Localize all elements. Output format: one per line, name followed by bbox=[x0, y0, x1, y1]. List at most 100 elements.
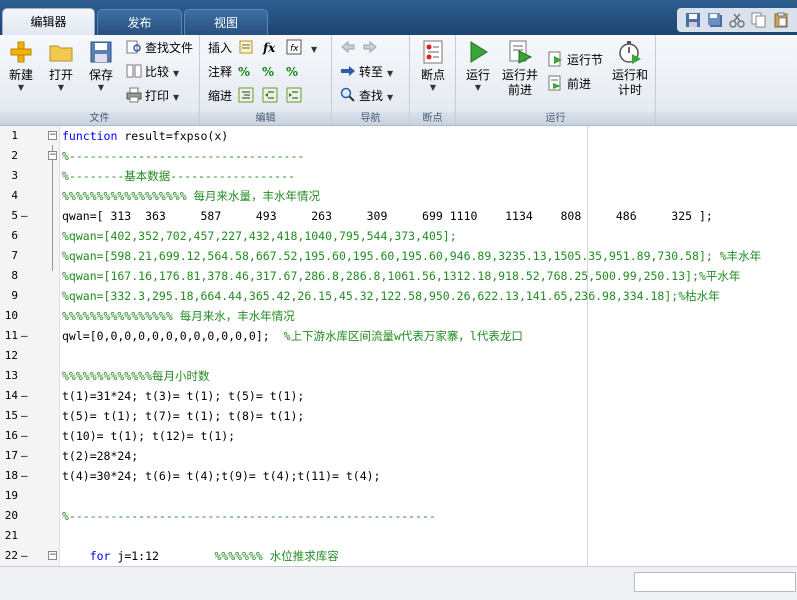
code-line[interactable]: 13 %%%%%%%%%%%%%每月小时数 bbox=[0, 366, 797, 386]
line-number: 4 bbox=[11, 189, 18, 202]
fold-toggle-icon[interactable]: − bbox=[48, 551, 57, 560]
code-line[interactable]: 16– t(10)= t(1); t(12)= t(1); bbox=[0, 426, 797, 446]
chevron-down-icon: ▼ bbox=[311, 45, 318, 54]
code-line[interactable]: 3 %--------基本数据------------------ bbox=[0, 166, 797, 186]
copy-icon[interactable] bbox=[751, 12, 767, 28]
new-button[interactable]: 新建 ▼ bbox=[3, 39, 39, 93]
fold-toggle-icon[interactable]: − bbox=[48, 151, 57, 160]
tab-publish[interactable]: 发布 bbox=[97, 9, 182, 35]
advance-button[interactable]: 前进 bbox=[548, 74, 591, 94]
code-text: t(1)=31*24; t(3)= t(1); t(5)= t(1); bbox=[62, 386, 304, 406]
group-navigate: 转至 ▼ 查找 ▼ 导航 bbox=[332, 35, 410, 125]
breakpoints-button[interactable]: 断点 ▼ bbox=[415, 39, 451, 93]
code-line[interactable]: 17– t(2)=28*24; bbox=[0, 446, 797, 466]
wrap-comment-icon[interactable]: % bbox=[286, 62, 298, 82]
save-all-icon[interactable] bbox=[707, 12, 723, 28]
run-section-button[interactable]: 运行节 bbox=[548, 50, 603, 70]
breakpoint-marker[interactable]: – bbox=[21, 546, 28, 566]
code-editor[interactable]: 1− function result=fxpso(x) 2− %-----------… bbox=[0, 126, 797, 566]
line-number: 22 bbox=[4, 549, 18, 562]
comment-toggle-icon[interactable]: % bbox=[238, 62, 250, 82]
code-line[interactable]: 6 %qwan=[402,352,702,457,227,432,418,1040… bbox=[0, 226, 797, 246]
code-line[interactable]: 11– qwl=[0,0,0,0,0,0,0,0,0,0,0,0]; %上下游水库… bbox=[0, 326, 797, 346]
compare-button[interactable]: 比较 ▼ bbox=[126, 62, 179, 82]
line-number: 6 bbox=[11, 229, 18, 242]
find-files-label: 查找文件 bbox=[145, 41, 194, 55]
paste-icon[interactable] bbox=[773, 12, 789, 28]
line-number: 19 bbox=[4, 489, 18, 502]
breakpoint-marker[interactable]: – bbox=[21, 326, 28, 346]
line-number: 9 bbox=[11, 289, 18, 302]
increase-indent-icon[interactable] bbox=[286, 86, 307, 106]
uncomment-icon[interactable]: % bbox=[262, 62, 274, 82]
indent-button[interactable]: 缩进 bbox=[208, 86, 232, 106]
code-line[interactable]: 14– t(1)=31*24; t(3)= t(1); t(5)= t(1); bbox=[0, 386, 797, 406]
breakpoints-icon bbox=[423, 40, 443, 64]
chevron-down-icon: ▼ bbox=[57, 83, 65, 92]
code-text: %---------------------------------- bbox=[62, 146, 304, 166]
code-token: t(5)= t(1); t(7)= t(1); t(8)= t(1); bbox=[62, 409, 305, 423]
code-line[interactable]: 22– − for j=1:12 %%%%%%% 水位推求库容 bbox=[0, 546, 797, 566]
line-number: 3 bbox=[11, 169, 18, 182]
tab-editor[interactable]: 编辑器 bbox=[2, 8, 95, 36]
code-line[interactable]: 9 %qwan=[332.3,295.18,664.44,365.42,26.15… bbox=[0, 286, 797, 306]
insert-section-button[interactable] bbox=[238, 38, 259, 58]
breakpoint-marker[interactable]: – bbox=[21, 466, 28, 486]
code-line[interactable]: 2 − %---------------------------------- bbox=[0, 146, 797, 166]
find-files-button[interactable]: 查找文件 bbox=[126, 38, 193, 58]
breakpoint-marker[interactable]: – bbox=[21, 386, 28, 406]
code-line[interactable]: 21 bbox=[0, 526, 797, 546]
code-text: %%%%%%%%%%%%%%%% 每月来水，丰水年情况 bbox=[62, 306, 295, 326]
code-line[interactable]: 20 %-------------------------------------… bbox=[0, 506, 797, 526]
code-line[interactable]: 5– qwan=[ 313 363 587 493 263 309 699 111… bbox=[0, 206, 797, 226]
fold-toggle-icon[interactable]: − bbox=[48, 131, 57, 140]
save-icon[interactable] bbox=[685, 12, 701, 28]
back-button[interactable] bbox=[340, 38, 361, 58]
code-token: t(2)=28*24; bbox=[62, 449, 139, 463]
function-browser-button[interactable]: fx ▼ bbox=[286, 38, 317, 58]
insert-button[interactable]: 插入 bbox=[208, 38, 232, 58]
code-text: function result=fxpso(x) bbox=[62, 126, 228, 146]
open-button[interactable]: 打开 ▼ bbox=[43, 39, 79, 93]
run-and-time-button[interactable]: 运行和 计时 bbox=[610, 39, 650, 98]
code-line[interactable]: 1 − function result=fxpso(x) bbox=[0, 126, 797, 146]
group-breakpoints-label: 断点 bbox=[410, 112, 455, 125]
breakpoint-marker[interactable]: – bbox=[21, 206, 28, 226]
breakpoint-marker[interactable]: – bbox=[21, 426, 28, 446]
print-button[interactable]: 打印 ▼ bbox=[126, 86, 179, 106]
code-line[interactable]: 4 %%%%%%%%%%%%%%%%%% 每月来水量，丰水年情况 bbox=[0, 186, 797, 206]
quick-access-toolbar bbox=[677, 8, 797, 32]
code-line[interactable]: 12 bbox=[0, 346, 797, 366]
advance-label: 前进 bbox=[567, 77, 592, 91]
smart-indent-icon[interactable] bbox=[238, 86, 259, 106]
code-text: t(2)=28*24; bbox=[62, 446, 138, 466]
save-button[interactable]: 保存 ▼ bbox=[83, 39, 119, 93]
group-breakpoints: 断点 ▼ 断点 bbox=[410, 35, 456, 125]
run-time-label-1: 运行和 bbox=[611, 68, 648, 82]
run-and-advance-button[interactable]: 运行并 前进 bbox=[500, 39, 540, 98]
code-keyword: for bbox=[89, 549, 111, 563]
open-label: 打开 bbox=[48, 68, 73, 82]
group-file: 新建 ▼ 打开 ▼ 保存 ▼ 查找文件 比较 ▼ 打印 ▼ 文件 bbox=[0, 35, 200, 125]
find-button[interactable]: 查找 ▼ bbox=[340, 86, 393, 106]
run-advance-label-2: 前进 bbox=[507, 83, 532, 97]
breakpoint-marker[interactable]: – bbox=[21, 446, 28, 466]
code-line[interactable]: 8 %qwan=[167.16,176.81,378.46,317.67,286.… bbox=[0, 266, 797, 286]
insert-function-button[interactable]: fx bbox=[263, 38, 275, 58]
run-button[interactable]: 运行 ▼ bbox=[460, 39, 496, 93]
comment-button[interactable]: 注释 bbox=[208, 62, 232, 82]
code-line[interactable]: 10 %%%%%%%%%%%%%%%% 每月来水，丰水年情况 bbox=[0, 306, 797, 326]
code-line[interactable]: 18– t(4)=30*24; t(6)= t(4);t(9)= t(4);t(1… bbox=[0, 466, 797, 486]
tab-view[interactable]: 视图 bbox=[184, 9, 268, 35]
code-line[interactable]: 15– t(5)= t(1); t(7)= t(1); t(8)= t(1); bbox=[0, 406, 797, 426]
goto-button[interactable]: 转至 ▼ bbox=[340, 62, 393, 82]
cut-icon[interactable] bbox=[729, 12, 745, 28]
code-text: t(10)= t(1); t(12)= t(1); bbox=[62, 426, 235, 446]
breakpoint-marker[interactable]: – bbox=[21, 406, 28, 426]
decrease-indent-icon[interactable] bbox=[262, 86, 283, 106]
code-text: t(5)= t(1); t(7)= t(1); t(8)= t(1); bbox=[62, 406, 304, 426]
code-line[interactable]: 19 bbox=[0, 486, 797, 506]
code-line[interactable]: 7 %qwan=[598.21,699.12,564.58,667.52,195.… bbox=[0, 246, 797, 266]
code-comment: %---------------------------------------… bbox=[62, 509, 436, 523]
forward-button[interactable] bbox=[362, 38, 383, 58]
